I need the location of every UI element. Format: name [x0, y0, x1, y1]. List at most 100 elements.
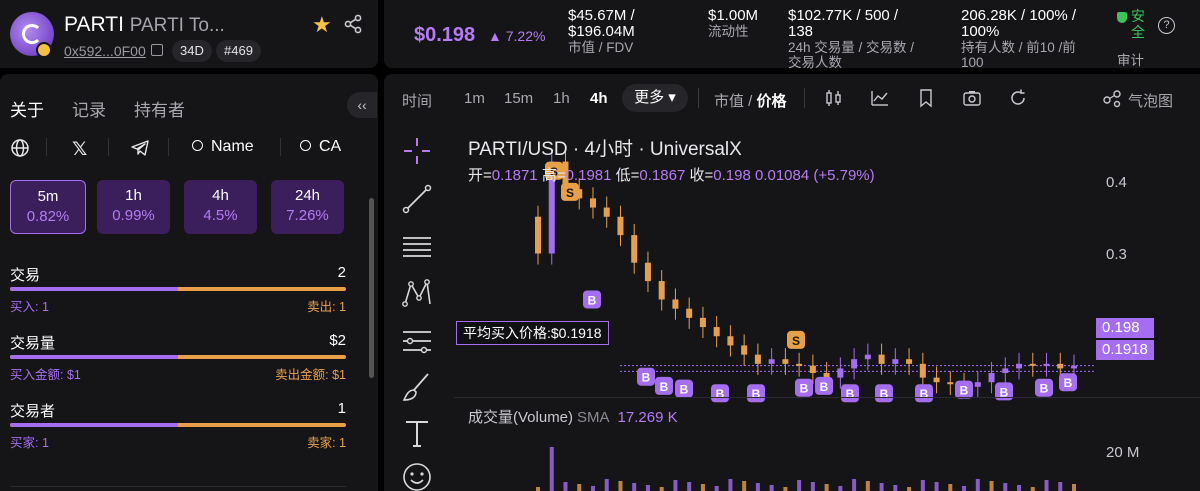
divider	[280, 138, 281, 156]
volume-sma-label: SMA	[577, 409, 610, 426]
timeframe-label: 1h	[125, 187, 142, 204]
panel-scrollbar[interactable]	[369, 198, 374, 378]
metric-title: 交易	[10, 267, 41, 284]
holders-label-top100: 100	[961, 55, 984, 70]
volume-bar	[645, 485, 650, 491]
candle-body	[796, 363, 803, 366]
trades-metric: 交易 2 买入: 1 卖出: 1	[10, 264, 346, 314]
holders-label: 持有人数 / 前10 /前	[961, 40, 1076, 55]
candle-body	[933, 377, 940, 383]
volume-bar	[948, 484, 953, 491]
buy-marker-label: B	[880, 387, 889, 401]
volume-bar	[838, 486, 843, 491]
y-tick-label: 0.4	[1106, 174, 1127, 191]
candle-body	[892, 359, 899, 364]
volume-bar	[975, 479, 980, 491]
candle-body	[741, 345, 748, 355]
liquidity-value: $1.00M	[708, 7, 759, 24]
collapse-panel-button[interactable]: ‹‹	[347, 92, 377, 118]
candle-body	[1057, 363, 1064, 369]
tab-holders[interactable]: 持有者	[134, 96, 185, 121]
divider	[10, 486, 346, 487]
buy-marker-label: B	[800, 382, 809, 396]
chain-badge-icon	[36, 42, 52, 58]
buy-count: 买入: 1	[10, 300, 49, 314]
buy-sell-bar	[10, 287, 346, 291]
globe-icon[interactable]	[10, 138, 30, 158]
candle-body	[754, 354, 761, 364]
tab-records[interactable]: 记录	[72, 96, 106, 121]
candle-body	[589, 198, 596, 208]
stats-bar: $0.198 ▲ 7.22% $45.67M / $196.04M 市值 / F…	[384, 0, 1200, 71]
token-logo	[10, 12, 54, 58]
volume-bar	[865, 481, 870, 491]
candle-body	[974, 382, 981, 387]
search-ca-label: CA	[319, 138, 342, 155]
timeframe-change: 0.82%	[26, 208, 70, 225]
candle-body	[535, 216, 541, 254]
candle-body	[864, 354, 871, 360]
volume-bar	[590, 486, 595, 491]
left-panel: 关于 记录 持有者 ‹‹ 𝕏 Name CA 5m 0.82% 1h 0.99%…	[0, 74, 378, 491]
buy-marker-label: B	[588, 293, 597, 307]
buy-bar-fill	[10, 423, 178, 427]
volume-bar	[852, 479, 857, 491]
x-twitter-icon[interactable]: 𝕏	[72, 138, 87, 161]
volume-bar	[618, 481, 623, 491]
volume-bar	[1044, 480, 1049, 491]
candle-body	[782, 359, 789, 364]
timeframe-change: 0.99%	[112, 207, 155, 224]
candle-body	[837, 368, 844, 378]
candle-body	[617, 216, 624, 236]
volume-bar	[632, 483, 637, 491]
timeframe-24h[interactable]: 24h 7.26%	[271, 180, 344, 234]
favorite-star-icon[interactable]: ★	[312, 14, 332, 36]
candle-body	[713, 327, 720, 337]
volume-value-traders: 138	[788, 23, 814, 40]
timeframe-4h[interactable]: 4h 4.5%	[184, 180, 257, 234]
buy-bar-fill	[10, 287, 178, 291]
metric-value: $2	[329, 332, 346, 349]
telegram-icon[interactable]	[130, 138, 150, 158]
volume-bar	[742, 481, 747, 491]
buy-marker-label: B	[716, 387, 725, 401]
candle-body	[699, 317, 706, 328]
search-name-link[interactable]: Name	[192, 138, 254, 156]
buy-marker-label: B	[960, 384, 969, 398]
token-address[interactable]: 0x592...0F00	[64, 43, 146, 59]
divider	[168, 138, 169, 156]
search-ca-link[interactable]: CA	[300, 138, 341, 156]
timeframe-5m[interactable]: 5m 0.82%	[10, 180, 86, 234]
volume-bar	[989, 481, 994, 491]
rank-chip: #469	[216, 40, 261, 62]
mcap-stat: $45.67M / $196.04M 市值 / FDV	[568, 8, 635, 56]
mcap-value-fdv: $196.04M	[568, 23, 635, 40]
help-icon[interactable]: ?	[1158, 17, 1175, 34]
buy-sell-bar	[10, 423, 346, 427]
buy-marker-label: B	[752, 387, 761, 401]
volume-bar	[549, 447, 554, 491]
volume-sma-value: 17.269 K	[617, 409, 678, 426]
candle-body	[644, 262, 651, 282]
liquidity-stat: $1.00M 流动性	[708, 7, 759, 40]
timeframe-1h[interactable]: 1h 0.99%	[97, 180, 170, 234]
buy-amount: 买入金额: $1	[10, 368, 81, 382]
copy-icon[interactable]	[151, 44, 163, 56]
sell-marker-label: S	[566, 186, 574, 200]
candle-body	[631, 235, 638, 263]
timeframe-label: 4h	[212, 187, 229, 204]
tab-about[interactable]: 关于	[10, 96, 44, 121]
metric-title: 交易量	[10, 335, 56, 352]
share-icon[interactable]	[343, 14, 363, 34]
buy-marker-label: B	[660, 380, 669, 394]
volume-bar	[934, 482, 939, 491]
candle-body	[906, 359, 913, 364]
buy-sell-bar	[10, 355, 346, 359]
buy-marker-label: B	[1064, 376, 1073, 390]
volume-label-traders: 交易人数	[788, 55, 842, 70]
candle-body	[1071, 365, 1077, 369]
volume-stat: $102.77K / 500 / 138 24h 交易量 / 交易数 / 交易人…	[788, 8, 914, 71]
pane-divider[interactable]	[454, 397, 1200, 398]
volume-bar	[563, 482, 568, 491]
avg-price-tag: 0.1918	[1096, 340, 1154, 360]
